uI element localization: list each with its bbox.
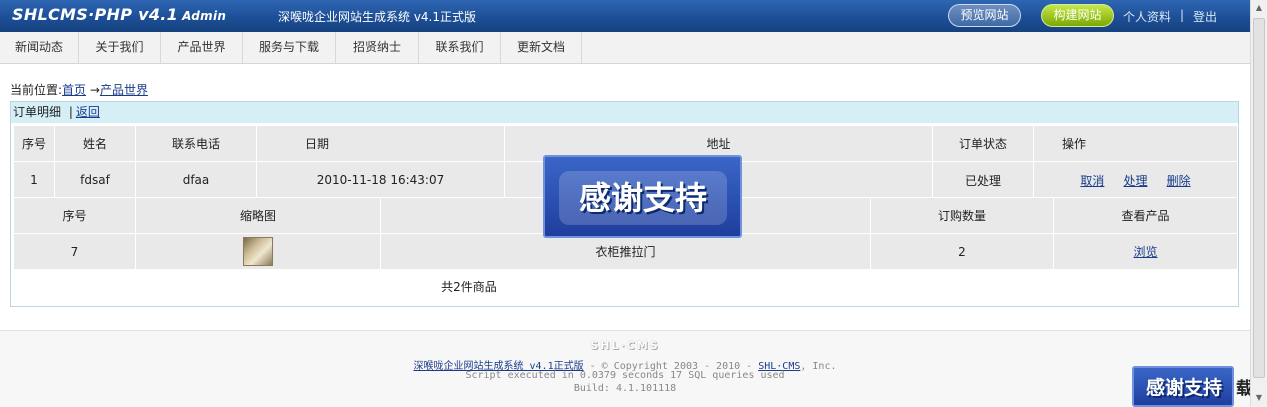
nav-item-contact[interactable]: 联系我们 — [419, 32, 501, 63]
order-date: 2010-11-18 16:43:07 — [256, 161, 505, 199]
logo-suffix: Admin — [182, 9, 227, 23]
item-quantity: 2 — [870, 233, 1054, 270]
process-order-link[interactable]: 处理 — [1123, 174, 1147, 188]
build-site-button[interactable]: 构建网站 — [1041, 4, 1114, 27]
nav-item-about[interactable]: 关于我们 — [79, 32, 161, 63]
footer-build: Build: 4.1.101118 — [573, 383, 677, 394]
header-separator: | — [1180, 8, 1185, 22]
footer-script-stats: Script executed in 0.0379 seconds 17 SQL… — [465, 370, 785, 381]
col-header-action: 操作 — [1033, 125, 1238, 162]
app-subtitle: 深喉咙企业网站生成系统 v4.1正式版 — [278, 10, 477, 24]
col-header-name: 姓名 — [54, 125, 136, 162]
order-actions: 取消 处理 删除 — [1033, 161, 1238, 199]
order-no: 1 — [13, 161, 55, 199]
nav-item-docs[interactable]: 更新文档 — [501, 32, 582, 63]
col-header-status: 订单状态 — [932, 125, 1034, 162]
item-product-name: 衣柜推拉门 — [380, 233, 871, 270]
nav-item-products[interactable]: 产品世界 — [161, 32, 243, 63]
footer-logo: SHL·CMS — [590, 339, 660, 352]
vertical-scrollbar[interactable]: ▲ ▼ — [1250, 0, 1267, 407]
app-logo: SHLCMS·PHP v4.1 Admin — [12, 5, 226, 24]
breadcrumb-prefix: 当前位置: — [10, 83, 63, 97]
logo-text: SHLCMS·PHP v4.1 — [12, 5, 179, 24]
profile-link[interactable]: 个人资料 — [1123, 8, 1171, 25]
scroll-up-icon[interactable]: ▲ — [1251, 0, 1267, 16]
col-header-quantity: 订购数量 — [870, 197, 1054, 234]
col-header-phone: 联系电话 — [135, 125, 257, 162]
logout-link[interactable]: 登出 — [1193, 8, 1217, 25]
order-phone: dfaa — [135, 161, 257, 199]
thanks-watermark: 感谢支持 — [543, 155, 742, 238]
items-total: 共2件商品 — [441, 280, 497, 294]
nav-item-news[interactable]: 新闻动态 — [0, 32, 79, 63]
cancel-order-link[interactable]: 取消 — [1080, 174, 1104, 188]
panel-header: 订单明细 | 返回 — [11, 102, 1238, 123]
preview-site-button[interactable]: 预览网站 — [948, 4, 1021, 27]
watermark-text: 感谢支持 — [559, 171, 727, 225]
breadcrumb-current-link[interactable]: 产品世界 — [100, 83, 148, 97]
breadcrumb-arrow: → — [89, 83, 100, 97]
col-header-thumbnail: 缩略图 — [135, 197, 381, 234]
delete-order-link[interactable]: 删除 — [1167, 174, 1191, 188]
table-row: 7 衣柜推拉门 2 浏览 — [13, 233, 1238, 270]
scroll-down-icon[interactable]: ▼ — [1251, 390, 1267, 406]
panel-separator: | — [68, 105, 73, 119]
col-header-view: 查看产品 — [1053, 197, 1238, 234]
breadcrumb: 当前位置:首页 →产品世界 — [10, 81, 148, 98]
back-link[interactable]: 返回 — [76, 105, 100, 119]
product-thumbnail[interactable] — [243, 237, 273, 266]
nav-item-service[interactable]: 服务与下载 — [243, 32, 336, 63]
top-header: SHLCMS·PHP v4.1 Admin 深喉咙企业网站生成系统 v4.1正式版… — [0, 0, 1250, 32]
order-name: fdsaf — [54, 161, 136, 199]
breadcrumb-home-link[interactable]: 首页 — [62, 83, 86, 97]
main-nav: 新闻动态 关于我们 产品世界 服务与下载 招贤纳士 联系我们 更新文档 — [0, 32, 1250, 64]
col-header-date: 日期 — [256, 125, 505, 162]
item-view-cell: 浏览 — [1053, 233, 1238, 270]
item-no: 7 — [13, 233, 136, 270]
view-product-link[interactable]: 浏览 — [1133, 245, 1157, 259]
panel-title: 订单明细 — [13, 105, 62, 119]
watermark-text-small: 感谢支持 — [1145, 377, 1222, 399]
nav-item-jobs[interactable]: 招贤纳士 — [336, 32, 419, 63]
col-header-no: 序号 — [13, 125, 55, 162]
col-header-item-no: 序号 — [13, 197, 136, 234]
item-thumbnail-cell — [135, 233, 381, 270]
scrollbar-thumb[interactable] — [1253, 18, 1265, 378]
order-status: 已处理 — [932, 161, 1034, 199]
thanks-watermark-small: 感谢支持 — [1132, 366, 1234, 407]
